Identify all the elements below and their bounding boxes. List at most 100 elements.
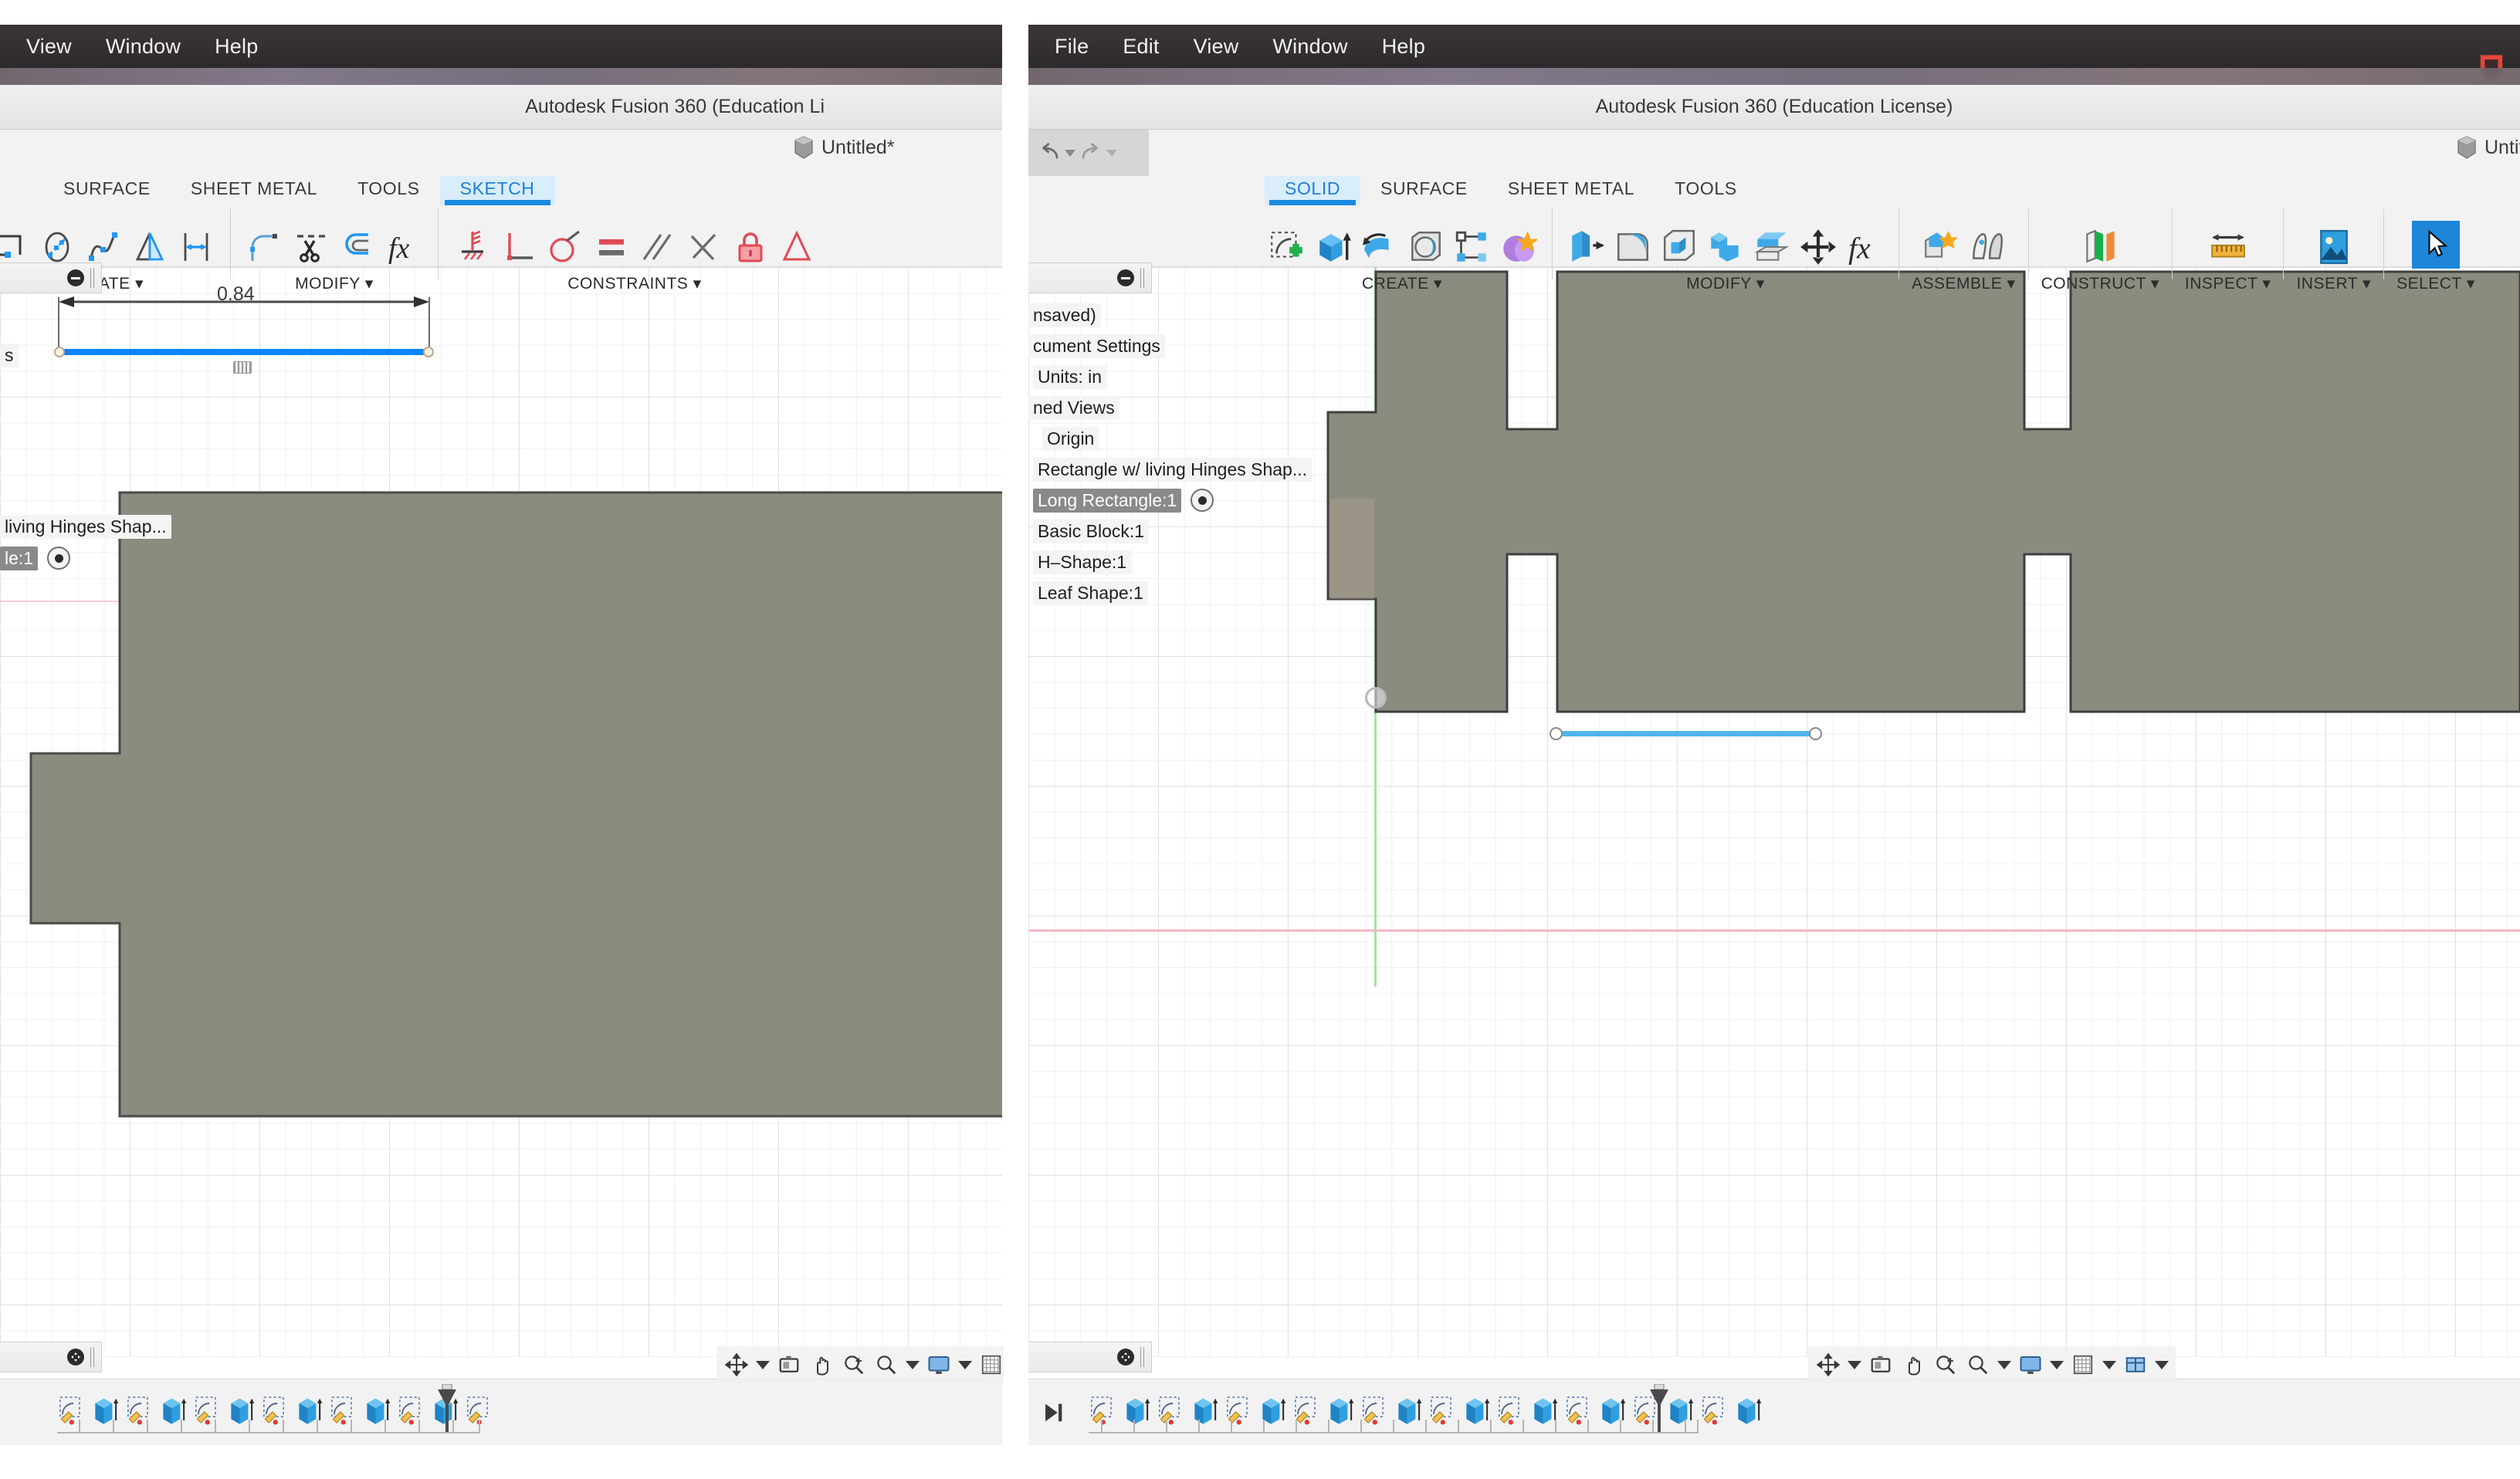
shell-icon[interactable] [1658,225,1701,269]
zoom-icon[interactable] [1963,1349,1993,1380]
tree-item[interactable]: H–Shape:1 [1028,547,1384,577]
panel-icons[interactable] [1919,215,2008,269]
panel-label-insert[interactable]: INSERT ▾ [2296,274,2371,293]
change-parameters-icon[interactable]: fx [1843,225,1886,269]
panel-icons[interactable] [0,215,218,269]
panel-label-inspect[interactable]: INSPECT ▾ [2185,274,2271,293]
panel-label-constraints[interactable]: CONSTRAINTS ▾ [567,274,701,293]
chevron-down-icon[interactable] [2102,1360,2116,1369]
quick-access-toolbar[interactable] [1028,130,1149,176]
right-browser-panel[interactable] [1028,262,1152,293]
panel-icons[interactable] [2312,215,2356,269]
panel-icons[interactable] [1265,215,1539,269]
tree-item[interactable]: Leaf Shape:1 [1028,577,1384,608]
offset-icon[interactable] [336,225,379,269]
tree-item[interactable]: Basic Block:1 [1028,516,1384,547]
chevron-down-icon[interactable] [1065,149,1075,157]
panel-icons[interactable] [2411,215,2460,269]
drag-grip[interactable] [1140,1347,1147,1367]
tab-tools[interactable]: TOOLS [337,176,440,205]
panel-label-assemble[interactable]: ASSEMBLE ▾ [1912,274,2016,293]
right-menubar[interactable]: File Edit View Window Help [1028,25,2520,81]
new-component-icon[interactable] [1919,225,1962,269]
right-bottom-panel[interactable] [1028,1342,1152,1372]
panel-icons[interactable]: fx [243,215,425,269]
perpendicular-icon[interactable] [497,225,540,269]
timeline-play-to-end[interactable] [1035,1394,1072,1431]
fix-unfix-lock-icon[interactable] [729,225,772,269]
zoom-window-icon[interactable] [838,1349,869,1380]
menu-item-view[interactable]: View [0,35,89,59]
chevron-down-icon[interactable] [958,1360,972,1369]
timeline-end-marker[interactable] [1646,1383,1672,1433]
panel-label-create[interactable]: CREATE ▾ [1362,274,1442,293]
offset-face-icon[interactable] [1750,225,1793,269]
menu-item-file[interactable]: File [1028,35,1106,59]
drag-grip[interactable] [90,1347,97,1367]
look-at-icon[interactable] [1865,1349,1896,1380]
joint-icon[interactable] [1965,225,2008,269]
left-nav-bar[interactable] [716,1346,1004,1383]
tab-surface[interactable]: SURFACE [1360,176,1488,205]
tab-solid[interactable]: SOLID [1265,176,1361,205]
left-ribbon-tabs[interactable]: SURFACE SHEET METAL TOOLS SKETCH [43,176,555,205]
collapse-icon[interactable] [67,269,84,286]
tree-item-selected[interactable]: le:1 [0,543,232,574]
zoom-icon[interactable] [871,1349,902,1380]
undo-icon[interactable] [1038,141,1061,164]
move-copy-icon[interactable] [1797,225,1840,269]
tab-surface[interactable]: SURFACE [43,176,171,205]
document-tab[interactable]: Untitled* [2457,136,2520,159]
left-ribbon-panels[interactable]: CREATE ▾ fx MODIFY ▾ CONSTRAINTS ▾ [0,208,823,293]
sketch-point-right[interactable] [1809,727,1822,740]
form-icon[interactable] [1496,225,1539,269]
left-browser-tree[interactable]: s living Hinges Shap... le:1 [0,324,232,574]
display-settings-icon[interactable] [2015,1349,2046,1380]
menu-item-help[interactable]: Help [1365,35,1442,59]
tree-item[interactable]: Units: in [1028,361,1384,392]
orbit-icon[interactable] [721,1349,752,1380]
visibility-eye-icon[interactable] [1191,489,1214,512]
equal-icon[interactable] [590,225,633,269]
look-at-icon[interactable] [774,1349,804,1380]
chevron-down-icon[interactable] [2155,1360,2169,1369]
tree-item[interactable]: Origin [1028,423,1384,454]
move-icon[interactable] [67,1349,84,1366]
chevron-down-icon[interactable] [2050,1360,2064,1369]
press-pull-icon[interactable] [1565,225,1608,269]
timeline-end-marker[interactable] [434,1383,460,1433]
menu-item-edit[interactable]: Edit [1106,35,1176,59]
tree-item[interactable]: nsaved) [1028,300,1384,330]
menu-item-view[interactable]: View [1177,35,1256,59]
tab-tools[interactable]: TOOLS [1655,176,1757,205]
panel-label-modify[interactable]: MODIFY ▾ [295,274,374,293]
left-bottom-panel[interactable] [0,1342,102,1372]
right-timeline[interactable] [1028,1379,2520,1445]
tree-item-selected[interactable]: Long Rectangle:1 [1028,485,1384,516]
insert-image-icon[interactable] [2312,225,2356,269]
sketch-point-right[interactable] [423,347,434,357]
left-browser-panel[interactable] [0,262,102,293]
menu-item-help[interactable]: Help [198,35,275,59]
selected-sketch-line[interactable] [1556,731,1814,736]
tree-item[interactable]: ned Views [1028,392,1384,423]
fillet-icon[interactable] [1611,225,1655,269]
move-icon[interactable] [1117,1349,1134,1366]
mirror-icon[interactable] [128,225,171,269]
timeline-feature-item[interactable] [1733,1395,1763,1430]
menu-item-window[interactable]: Window [89,35,198,59]
chevron-down-icon[interactable] [1997,1360,2011,1369]
panel-icons[interactable] [2078,215,2122,269]
panel-icons[interactable]: fx [1565,215,1886,269]
display-settings-icon[interactable] [923,1349,954,1380]
sketch-point-left[interactable] [1550,727,1563,740]
drag-grip[interactable] [1140,268,1147,288]
bottom-panel-header[interactable] [1028,1342,1152,1372]
visibility-eye-icon[interactable] [47,547,71,570]
symmetry-icon[interactable] [775,225,818,269]
document-tab[interactable]: Untitled* [794,136,895,159]
trim-icon[interactable] [290,225,333,269]
right-ribbon-panels[interactable]: CREATE ▾ fx MODIFY ▾ ASSEMBLE ▾ CONSTRUC… [1260,208,2480,293]
chevron-down-icon[interactable] [756,1360,770,1369]
panel-icons[interactable] [451,215,818,269]
